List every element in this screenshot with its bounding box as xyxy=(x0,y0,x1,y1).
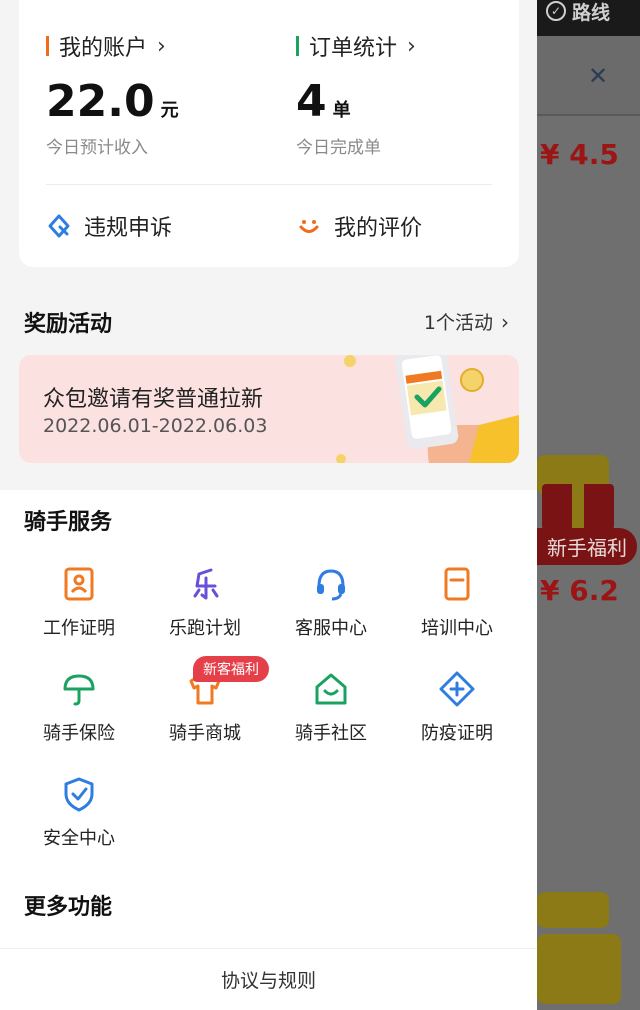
service-rider-shop[interactable]: 骑手商城 xyxy=(142,671,268,745)
training-icon xyxy=(444,567,470,601)
my-account-stat[interactable]: 我的账户 › 22.0 元 今日预计收入 xyxy=(46,30,179,158)
appeal-label: 违规申诉 xyxy=(84,216,173,241)
appeal-button[interactable]: 违规申诉 xyxy=(46,210,172,242)
banner-title: 众包邀请有奖普通拉新 xyxy=(43,387,264,412)
id-card-icon xyxy=(64,567,94,601)
background-price: ¥ 4.5 xyxy=(540,138,619,171)
accent-bar xyxy=(296,36,299,56)
rules-link[interactable]: 协议与规则 xyxy=(0,948,537,1010)
service-label: 骑手社区 xyxy=(295,723,367,744)
medical-plus-icon xyxy=(439,671,475,707)
close-icon[interactable]: ✕ xyxy=(588,62,608,90)
my-review-label: 我的评价 xyxy=(334,216,423,241)
service-label: 培训中心 xyxy=(421,618,493,639)
service-label: 客服中心 xyxy=(295,618,367,639)
order-stats-stat[interactable]: 订单统计 › 4 单 今日完成单 xyxy=(296,30,416,158)
chevron-right-icon: › xyxy=(157,33,166,59)
order-stats-title: 订单统计 xyxy=(309,36,398,61)
appeal-icon xyxy=(48,214,70,238)
rewards-title: 奖励活动 xyxy=(24,312,113,337)
account-card: 我的账户 › 22.0 元 今日预计收入 订单统计 › 4 单 今日完成单 违规… xyxy=(19,0,519,267)
service-label: 安全中心 xyxy=(43,828,115,849)
community-house-icon xyxy=(315,673,347,705)
my-review-button[interactable]: 我的评价 xyxy=(296,210,422,242)
service-label: 骑手商城 xyxy=(169,723,241,744)
service-customer-center[interactable]: 客服中心 xyxy=(268,566,394,640)
side-drawer: 我的账户 › 22.0 元 今日预计收入 订单统计 › 4 单 今日完成单 违规… xyxy=(0,0,537,1010)
new-customer-badge: 新客福利 xyxy=(193,656,269,682)
service-epidemic-certificate[interactable]: 防疫证明 xyxy=(394,671,520,745)
banner-dates: 2022.06.01-2022.06.03 xyxy=(43,415,268,437)
route-label: 路线 xyxy=(572,1,611,24)
services-title: 骑手服务 xyxy=(24,510,113,535)
orders-subtitle: 今日完成单 xyxy=(296,138,381,158)
my-account-title: 我的账户 xyxy=(59,36,148,61)
income-unit: 元 xyxy=(160,100,179,121)
service-label: 防疫证明 xyxy=(421,723,493,744)
chevron-right-icon: › xyxy=(501,309,509,334)
gift-icon xyxy=(542,484,614,530)
orders-value: 4 xyxy=(296,76,327,127)
service-label: 工作证明 xyxy=(43,618,115,639)
check-circle-icon: ✓ xyxy=(546,1,566,21)
service-label: 乐跑计划 xyxy=(169,618,241,639)
income-subtitle: 今日预计收入 xyxy=(46,138,148,158)
more-functions-title: 更多功能 xyxy=(24,895,113,920)
route-button[interactable]: ✓ 路线 xyxy=(546,0,611,24)
chevron-right-icon: › xyxy=(407,33,416,59)
background-yellow-block xyxy=(537,892,609,928)
background-yellow-button xyxy=(537,934,621,1004)
service-run-plan[interactable]: 乐跑计划 xyxy=(142,566,268,640)
headset-icon xyxy=(317,569,345,601)
smile-icon xyxy=(299,220,319,233)
divider xyxy=(46,184,492,185)
rewards-count-link[interactable]: 1个活动 › xyxy=(424,308,509,335)
umbrella-icon xyxy=(63,674,95,706)
service-rider-insurance[interactable]: 骑手保险 xyxy=(16,671,142,745)
shield-check-icon xyxy=(64,777,94,812)
service-rider-community[interactable]: 骑手社区 xyxy=(268,671,394,745)
rules-label: 协议与规则 xyxy=(220,970,316,992)
service-training-center[interactable]: 培训中心 xyxy=(394,566,520,640)
income-value: 22.0 xyxy=(46,76,155,127)
background-price: ¥ 6.2 xyxy=(540,574,619,607)
service-safety-center[interactable]: 安全中心 xyxy=(16,776,142,850)
reward-banner[interactable]: 众包邀请有奖普通拉新 2022.06.01-2022.06.03 xyxy=(19,355,519,463)
service-work-certificate[interactable]: 工作证明 xyxy=(16,566,142,640)
newbie-badge: 新手福利 xyxy=(537,528,637,565)
orders-unit: 单 xyxy=(332,100,351,121)
run-plan-icon xyxy=(193,568,219,600)
rewards-count-label: 1个活动 xyxy=(423,312,493,334)
service-label: 骑手保险 xyxy=(43,723,115,744)
phone-hand-illustration-icon xyxy=(336,355,519,463)
accent-bar xyxy=(46,36,49,56)
